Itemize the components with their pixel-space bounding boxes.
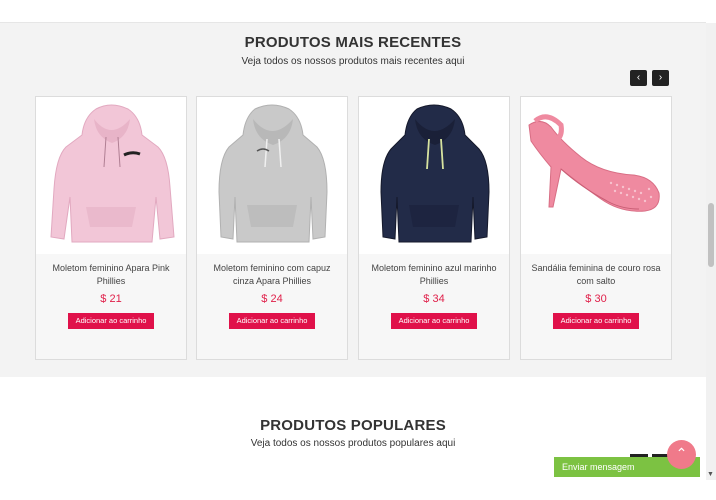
- product-name[interactable]: Moletom feminino azul marinho Phillies: [365, 262, 503, 288]
- product-name[interactable]: Moletom feminino com capuz cinza Apara P…: [203, 262, 341, 288]
- scrollbar-thumb[interactable]: [708, 203, 714, 267]
- product-name[interactable]: Sandália feminina de couro rosa com salt…: [527, 262, 665, 288]
- product-name[interactable]: Moletom feminino Apara Pink Phillies: [42, 262, 180, 288]
- page-scrollbar[interactable]: ▼: [706, 23, 716, 480]
- product-image-pink-heel-sandal[interactable]: [521, 97, 671, 254]
- product-image-gray-hoodie[interactable]: [197, 97, 347, 254]
- recent-section-title: PRODUTOS MAIS RECENTES: [244, 34, 462, 51]
- product-image-pink-hoodie[interactable]: [36, 97, 186, 254]
- product-card[interactable]: Moletom feminino Apara Pink Phillies $ 2…: [35, 96, 187, 360]
- chevron-right-icon: ›: [658, 72, 663, 83]
- recent-section-subtitle: Veja todos os nossos produtos mais recen…: [241, 56, 465, 67]
- product-card[interactable]: Moletom feminino azul marinho Phillies $…: [358, 96, 510, 360]
- carousel-next-button[interactable]: ›: [652, 70, 669, 86]
- scroll-down-arrow-icon[interactable]: ▼: [707, 471, 714, 478]
- top-bar: [0, 0, 706, 23]
- product-price: $ 34: [423, 293, 445, 305]
- product-card[interactable]: Sandália feminina de couro rosa com salt…: [520, 96, 672, 360]
- product-price: $ 30: [585, 293, 607, 305]
- popular-section-subtitle: Veja todos os nossos produtos populares …: [250, 438, 456, 449]
- add-to-cart-button[interactable]: Adicionar ao carrinho: [68, 313, 154, 329]
- product-price: $ 21: [100, 293, 122, 305]
- add-to-cart-button[interactable]: Adicionar ao carrinho: [391, 313, 477, 329]
- carousel-prev-button[interactable]: ‹: [630, 70, 647, 86]
- add-to-cart-button[interactable]: Adicionar ao carrinho: [553, 313, 639, 329]
- add-to-cart-button[interactable]: Adicionar ao carrinho: [229, 313, 315, 329]
- popular-products-section: PRODUTOS POPULARES Veja todos os nossos …: [0, 377, 706, 500]
- chevron-up-icon: ⌃: [675, 445, 688, 461]
- chevron-left-icon: ‹: [636, 72, 641, 83]
- popular-section-title: PRODUTOS POPULARES: [260, 417, 446, 434]
- product-image-navy-hoodie[interactable]: [359, 97, 509, 254]
- product-card[interactable]: Moletom feminino com capuz cinza Apara P…: [196, 96, 348, 360]
- scroll-to-top-button[interactable]: ⌃: [667, 440, 696, 469]
- product-price: $ 24: [261, 293, 283, 305]
- recent-products-section: PRODUTOS MAIS RECENTES Veja todos os nos…: [0, 23, 706, 377]
